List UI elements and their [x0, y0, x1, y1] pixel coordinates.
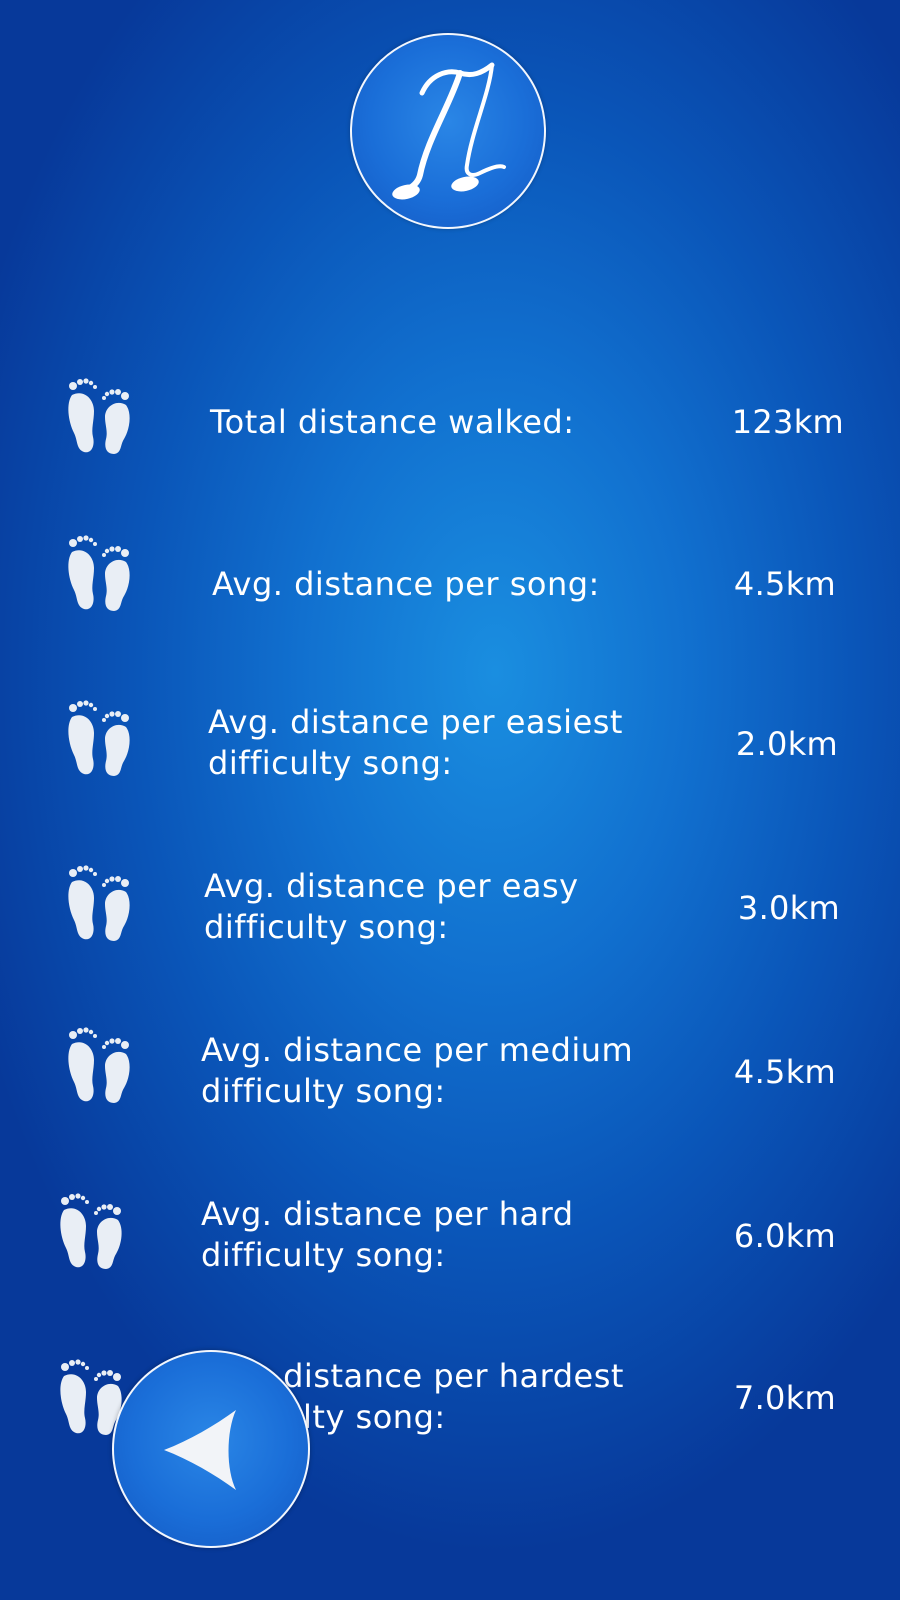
stat-label: Avg. distance per easy difficulty song: — [204, 867, 579, 946]
footprints-icon — [56, 1188, 128, 1270]
footprints-icon — [64, 373, 136, 455]
stat-label: Avg. distance per medium difficulty song… — [201, 1031, 634, 1110]
stat-value: 3.0km — [737, 889, 840, 927]
stat-value: 123km — [731, 403, 844, 441]
back-arrow-icon — [164, 1410, 236, 1490]
app-logo — [350, 33, 546, 229]
footprints-icon — [64, 695, 136, 777]
stat-row-total-distance: Total distance walked: 123km — [0, 360, 900, 480]
stat-label: Avg. distance per hard difficulty song: — [201, 1195, 574, 1274]
stat-label: Avg. distance per easiest difficulty son… — [208, 703, 623, 782]
stat-row-avg-medium: Avg. distance per medium difficulty song… — [0, 1008, 900, 1128]
stat-row-avg-per-song: Avg. distance per song: 4.5km — [0, 518, 900, 638]
stat-label: Total distance walked: — [210, 403, 575, 441]
footprints-icon — [64, 1022, 136, 1104]
footprints-icon — [64, 860, 136, 942]
stat-row-avg-easiest: Avg. distance per easiest difficulty son… — [0, 680, 900, 800]
stat-value: 4.5km — [733, 565, 836, 603]
stat-label: Avg. distance per song: — [212, 565, 600, 603]
stat-value: 7.0km — [733, 1379, 836, 1417]
stat-value: 2.0km — [735, 725, 838, 763]
stat-row-avg-easy: Avg. distance per easy difficulty song: … — [0, 844, 900, 964]
footprints-icon — [64, 530, 136, 612]
stat-value: 4.5km — [733, 1053, 836, 1091]
stat-row-avg-hard: Avg. distance per hard difficulty song: … — [0, 1172, 900, 1292]
stat-value: 6.0km — [733, 1217, 836, 1255]
back-button[interactable] — [112, 1350, 310, 1548]
music-note-logo-icon — [392, 62, 506, 200]
